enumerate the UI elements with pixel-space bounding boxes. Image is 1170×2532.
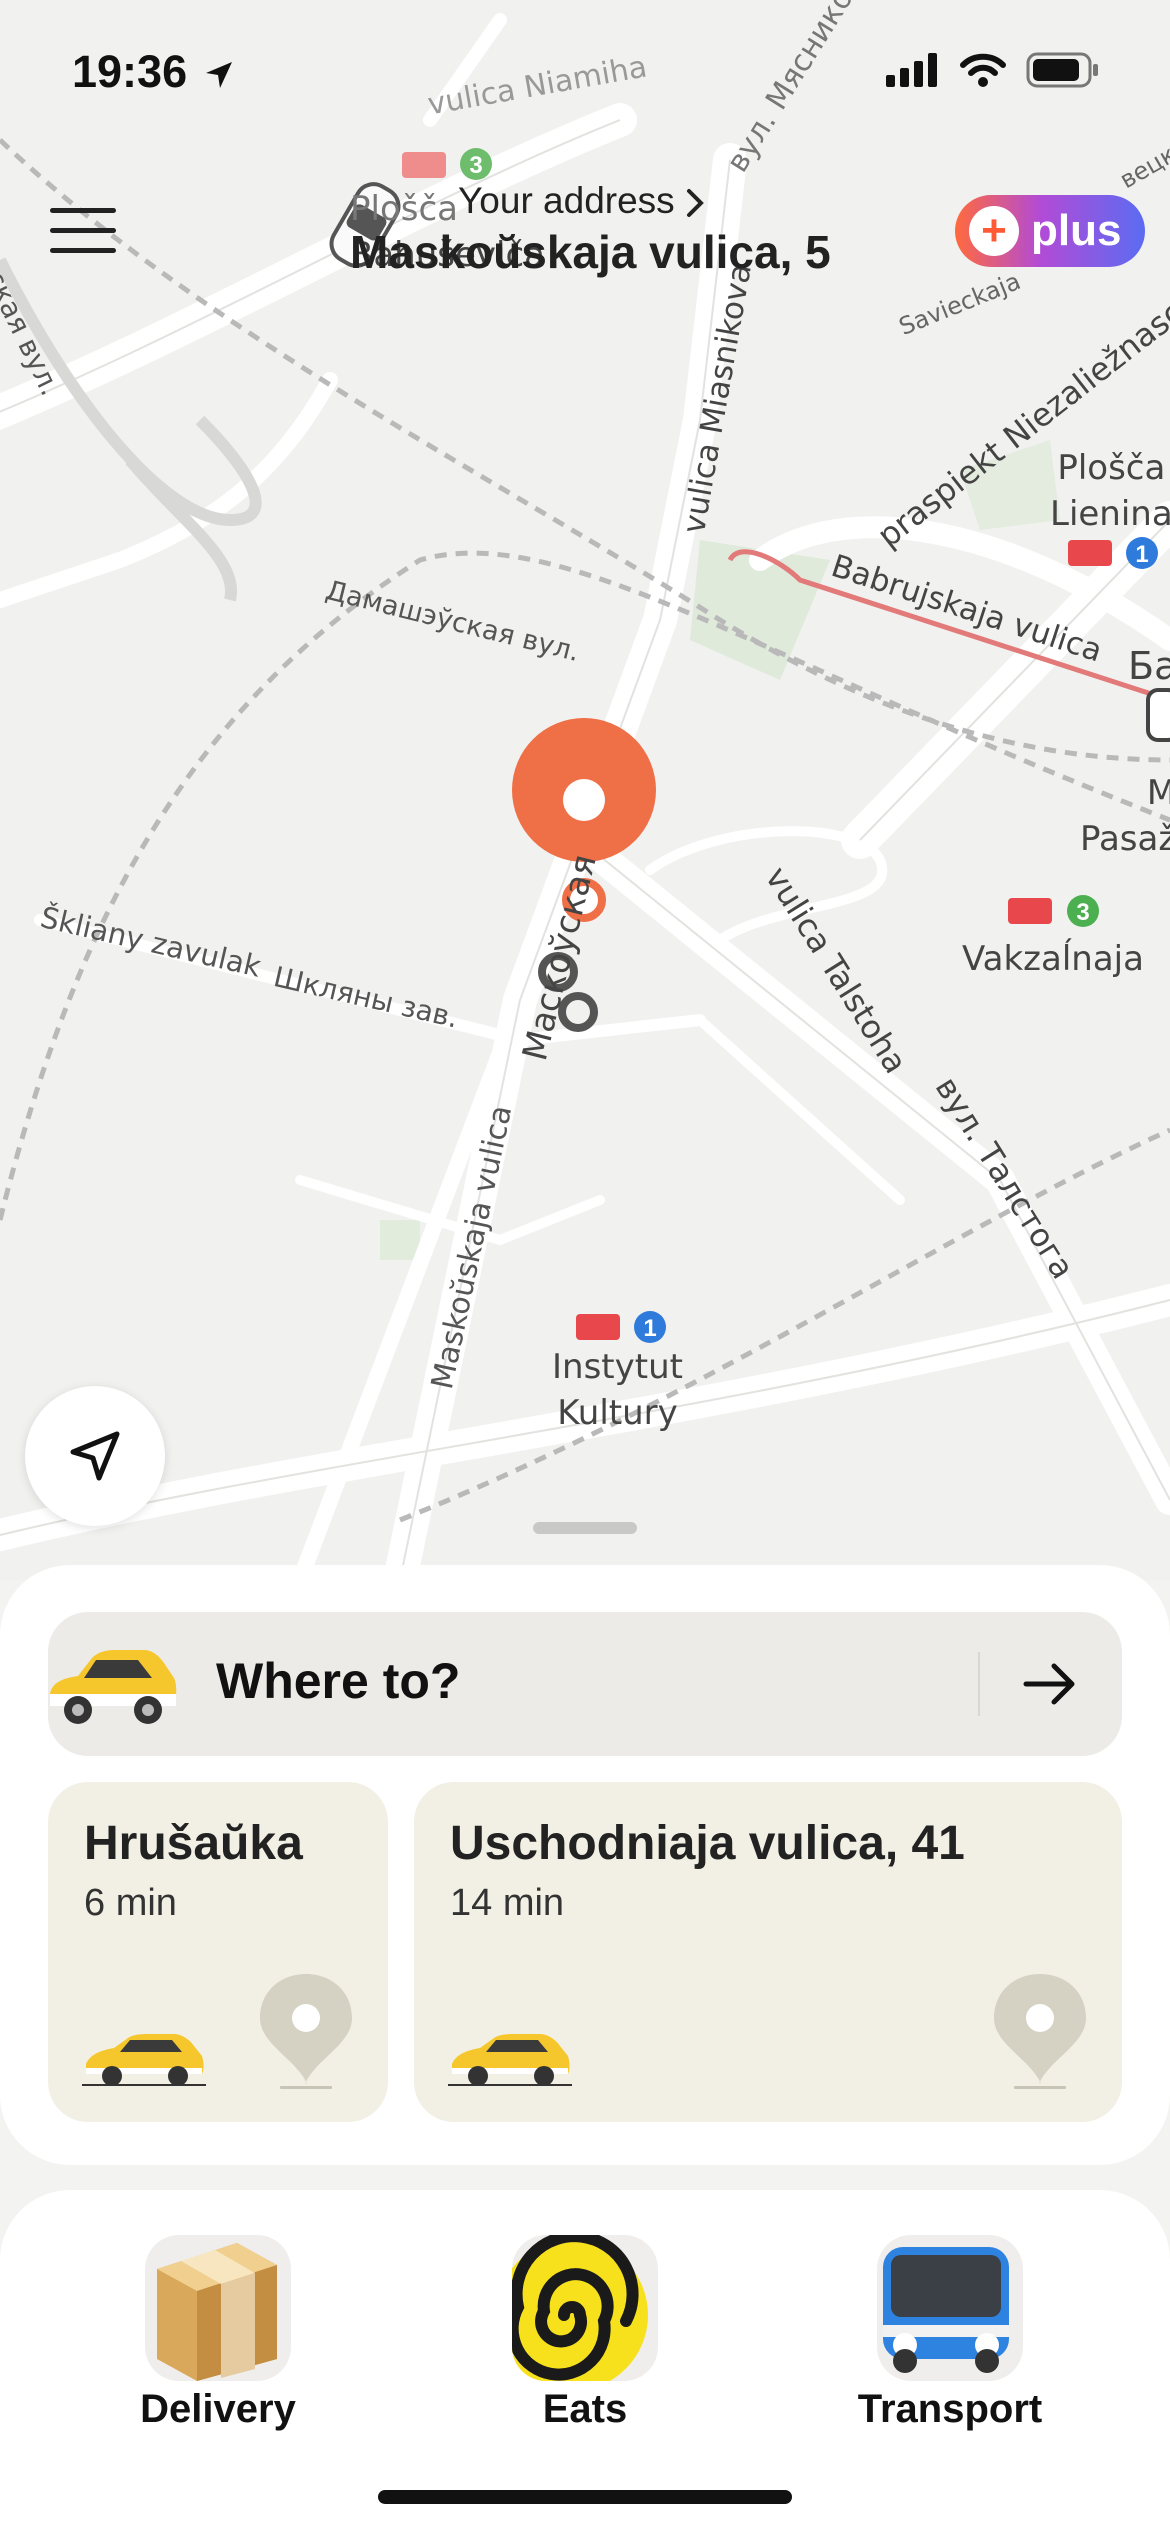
taxi-car-icon: [82, 2034, 206, 2086]
plus-badge[interactable]: + plus: [955, 195, 1145, 267]
chevron-right-icon: [686, 189, 704, 218]
arrow-right-icon[interactable]: [1018, 1652, 1082, 1716]
status-bar: 19:36: [0, 0, 1170, 140]
navigation-arrow-icon: [70, 1431, 120, 1481]
svg-text:3: 3: [469, 152, 482, 179]
taxi-car-icon: [448, 2034, 572, 2086]
where-to-button[interactable]: Where to?: [48, 1612, 1122, 1756]
service-transport[interactable]: Transport: [830, 2235, 1070, 2432]
sheet-grabber[interactable]: [533, 1522, 637, 1534]
locate-me-button[interactable]: [25, 1386, 165, 1526]
cellular-signal-icon: [886, 53, 937, 87]
spiral-icon: [512, 2235, 658, 2381]
services-bar: Delivery Eats Transport: [0, 2190, 1170, 2532]
poi-label-vakzalnaja: Vakzaĺnaja: [962, 939, 1144, 979]
your-address-caption[interactable]: Your address: [458, 180, 707, 222]
service-delivery[interactable]: Delivery: [98, 2235, 338, 2432]
destination-title: Uschodniaja vulica, 41: [450, 1817, 965, 1870]
where-to-label: Where to?: [216, 1653, 461, 1709]
destination-time: 6 min: [84, 1882, 177, 1924]
svg-text:1: 1: [643, 1315, 656, 1342]
poi-label-edge: Ба: [1128, 644, 1170, 688]
menu-button[interactable]: [50, 208, 116, 256]
battery-icon: [1026, 52, 1098, 88]
box-icon: [145, 2235, 291, 2381]
menu-icon: [50, 208, 116, 213]
plus-icon: +: [969, 206, 1019, 256]
destination-card[interactable]: Uschodniaja vulica, 41 14 min: [414, 1782, 1122, 2122]
current-address[interactable]: Maskoŭskaja vulica, 5: [350, 225, 831, 279]
taxi-car-icon: [50, 1650, 177, 1724]
status-time: 19:36: [72, 46, 234, 98]
destination-card[interactable]: Hrušaŭka 6 min: [48, 1782, 388, 2122]
destination-time: 14 min: [450, 1882, 565, 1924]
poi-label-lienina: Plošča Lienina: [1050, 448, 1170, 534]
home-indicator[interactable]: [378, 2490, 792, 2504]
location-arrow-icon: [205, 62, 232, 89]
location-pin-icon: [994, 1974, 1086, 2089]
poi-label-pasaz: M Pasaž: [1080, 773, 1170, 859]
poi-label-instytut: Instytut Kultury: [552, 1347, 683, 1433]
wifi-icon: [960, 53, 1006, 87]
bus-icon: [877, 2235, 1023, 2381]
service-eats[interactable]: Eats: [465, 2235, 705, 2432]
svg-text:1: 1: [1135, 541, 1148, 568]
location-pin-icon: [260, 1974, 352, 2089]
svg-text:3: 3: [1076, 899, 1089, 926]
destination-title: Hrušaŭka: [84, 1817, 303, 1870]
